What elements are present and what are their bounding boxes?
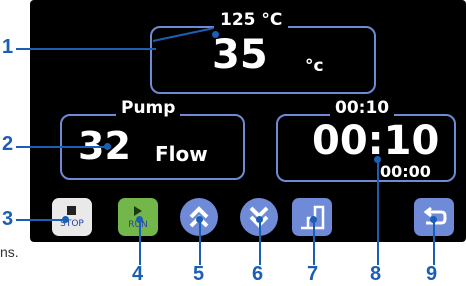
callout-9: 9 <box>426 263 438 285</box>
callout-5-line <box>199 220 201 265</box>
callout-6: 6 <box>252 263 264 285</box>
callout-5-dot <box>196 216 203 223</box>
callout-4-dot <box>136 216 143 223</box>
callout-7-line <box>313 220 315 265</box>
temperature-setpoint: 125 °C <box>214 10 289 30</box>
temperature-unit: °c <box>305 56 324 76</box>
callout-3: 3 <box>2 208 14 230</box>
callout-6-dot <box>256 216 263 223</box>
callout-1-dot <box>212 31 219 38</box>
play-icon <box>134 206 142 216</box>
callout-1-line <box>16 48 156 50</box>
callout-7-dot <box>310 216 317 223</box>
callout-7: 7 <box>307 263 319 285</box>
timer-subvalue: 00:00 <box>380 162 431 181</box>
pump-title: Pump <box>116 98 181 118</box>
pump-mode: Flow <box>155 142 208 166</box>
callout-2: 2 <box>2 133 14 155</box>
stop-icon <box>67 206 76 215</box>
callout-8-line <box>377 160 379 265</box>
device-screen: 125 °C 35 °c Pump 32 Flow 00:10 00:10 00… <box>30 0 466 242</box>
callout-2-dot <box>104 143 111 150</box>
callout-5: 5 <box>193 263 205 285</box>
callout-3-dot <box>62 216 69 223</box>
side-text-fragment: ns. <box>0 244 19 260</box>
callout-6-line <box>259 220 261 265</box>
timer-setpoint: 00:10 <box>330 98 395 118</box>
callout-9-line <box>433 220 435 265</box>
callout-4-line <box>139 220 141 265</box>
stop-button[interactable]: STOP <box>52 198 92 236</box>
temperature-value: 35 <box>212 32 268 78</box>
callout-1: 1 <box>2 36 14 58</box>
callout-3-line <box>16 219 64 221</box>
callout-9-dot <box>430 216 437 223</box>
callout-4: 4 <box>132 263 144 285</box>
callout-2-line <box>16 146 106 148</box>
callout-8-dot <box>374 156 381 163</box>
callout-8: 8 <box>370 263 382 285</box>
